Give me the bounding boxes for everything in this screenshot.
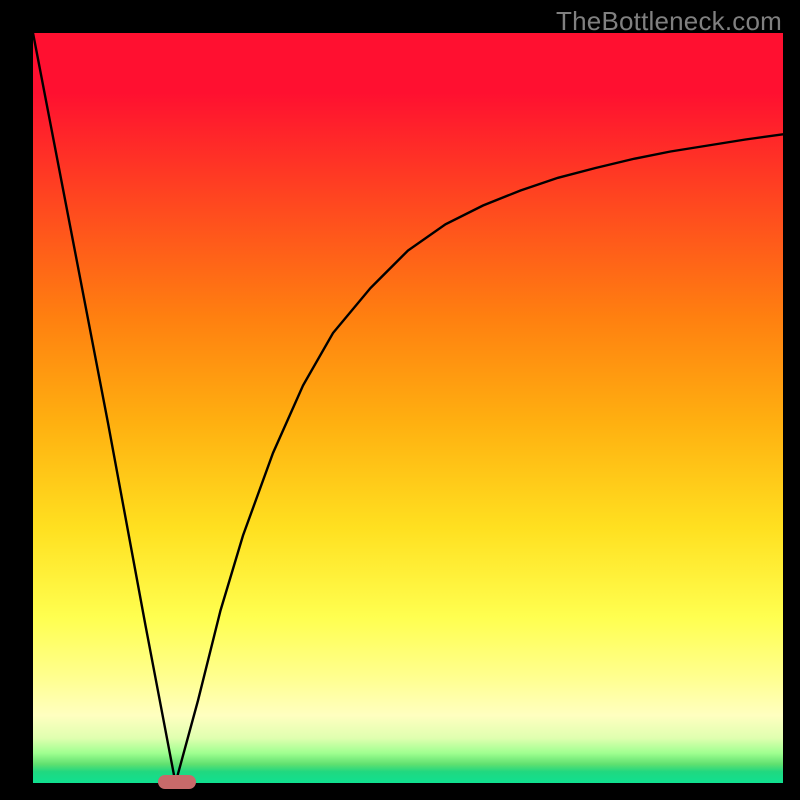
plot-background-gradient bbox=[33, 33, 783, 783]
optimal-marker bbox=[158, 775, 196, 789]
chart-frame: TheBottleneck.com bbox=[0, 0, 800, 800]
watermark-text: TheBottleneck.com bbox=[556, 6, 782, 37]
